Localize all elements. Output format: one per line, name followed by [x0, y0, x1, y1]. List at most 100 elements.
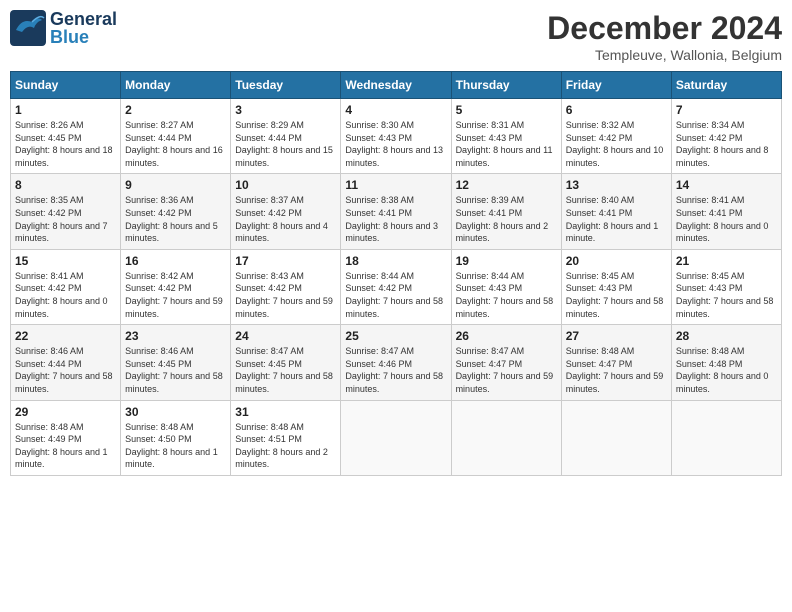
calendar-cell: 18Sunrise: 8:44 AMSunset: 4:42 PMDayligh…	[341, 249, 451, 324]
day-info: Sunrise: 8:48 AMSunset: 4:50 PMDaylight:…	[125, 421, 226, 471]
calendar-cell	[341, 400, 451, 475]
day-number: 16	[125, 254, 226, 268]
calendar-week-5: 29 Sunrise: 8:48 AMSunset: 4:49 PMDayligh…	[11, 400, 782, 475]
day-info: Sunrise: 8:39 AMSunset: 4:41 PMDaylight:…	[456, 194, 557, 244]
calendar-header: SundayMondayTuesdayWednesdayThursdayFrid…	[11, 72, 782, 99]
logo-general-text: General	[50, 10, 117, 28]
calendar-cell: 22 Sunrise: 8:46 AMSunset: 4:44 PMDayligh…	[11, 325, 121, 400]
page-header: General Blue December 2024 Templeuve, Wa…	[10, 10, 782, 63]
calendar-cell: 2Sunrise: 8:27 AMSunset: 4:44 PMDaylight…	[121, 99, 231, 174]
calendar-table: SundayMondayTuesdayWednesdayThursdayFrid…	[10, 71, 782, 476]
day-number: 4	[345, 103, 446, 117]
day-number: 26	[456, 329, 557, 343]
day-info: Sunrise: 8:44 AMSunset: 4:42 PMDaylight:…	[345, 270, 446, 320]
day-number: 1	[15, 103, 116, 117]
calendar-cell: 10 Sunrise: 8:37 AMSunset: 4:42 PMDayligh…	[231, 174, 341, 249]
calendar-week-4: 22 Sunrise: 8:46 AMSunset: 4:44 PMDayligh…	[11, 325, 782, 400]
location-title: Templeuve, Wallonia, Belgium	[547, 47, 782, 63]
day-header-friday: Friday	[561, 72, 671, 99]
day-number: 20	[566, 254, 667, 268]
day-info: Sunrise: 8:44 AMSunset: 4:43 PMDaylight:…	[456, 270, 557, 320]
day-number: 7	[676, 103, 777, 117]
calendar-cell: 16 Sunrise: 8:42 AMSunset: 4:42 PMDayligh…	[121, 249, 231, 324]
day-number: 11	[345, 178, 446, 192]
calendar-week-1: 1 Sunrise: 8:26 AMSunset: 4:45 PMDaylight…	[11, 99, 782, 174]
title-area: December 2024 Templeuve, Wallonia, Belgi…	[547, 10, 782, 63]
day-info: Sunrise: 8:47 AMSunset: 4:46 PMDaylight:…	[345, 345, 446, 395]
calendar-cell: 7 Sunrise: 8:34 AMSunset: 4:42 PMDaylight…	[671, 99, 781, 174]
days-of-week-row: SundayMondayTuesdayWednesdayThursdayFrid…	[11, 72, 782, 99]
day-number: 27	[566, 329, 667, 343]
day-info: Sunrise: 8:26 AMSunset: 4:45 PMDaylight:…	[15, 119, 116, 169]
calendar-cell: 24Sunrise: 8:47 AMSunset: 4:45 PMDayligh…	[231, 325, 341, 400]
day-info: Sunrise: 8:46 AMSunset: 4:45 PMDaylight:…	[125, 345, 226, 395]
day-number: 15	[15, 254, 116, 268]
calendar-body: 1 Sunrise: 8:26 AMSunset: 4:45 PMDaylight…	[11, 99, 782, 476]
day-number: 22	[15, 329, 116, 343]
day-info: Sunrise: 8:48 AMSunset: 4:48 PMDaylight:…	[676, 345, 777, 395]
calendar-cell: 29 Sunrise: 8:48 AMSunset: 4:49 PMDayligh…	[11, 400, 121, 475]
month-title: December 2024	[547, 10, 782, 47]
calendar-cell	[451, 400, 561, 475]
calendar-cell: 26Sunrise: 8:47 AMSunset: 4:47 PMDayligh…	[451, 325, 561, 400]
day-info: Sunrise: 8:48 AMSunset: 4:47 PMDaylight:…	[566, 345, 667, 395]
day-info: Sunrise: 8:36 AMSunset: 4:42 PMDaylight:…	[125, 194, 226, 244]
calendar-week-3: 15 Sunrise: 8:41 AMSunset: 4:42 PMDayligh…	[11, 249, 782, 324]
day-info: Sunrise: 8:40 AMSunset: 4:41 PMDaylight:…	[566, 194, 667, 244]
day-info: Sunrise: 8:35 AMSunset: 4:42 PMDaylight:…	[15, 194, 116, 244]
day-header-thursday: Thursday	[451, 72, 561, 99]
calendar-cell: 8 Sunrise: 8:35 AMSunset: 4:42 PMDaylight…	[11, 174, 121, 249]
calendar-cell: 27 Sunrise: 8:48 AMSunset: 4:47 PMDayligh…	[561, 325, 671, 400]
calendar-cell: 19Sunrise: 8:44 AMSunset: 4:43 PMDayligh…	[451, 249, 561, 324]
calendar-week-2: 8 Sunrise: 8:35 AMSunset: 4:42 PMDaylight…	[11, 174, 782, 249]
day-info: Sunrise: 8:42 AMSunset: 4:42 PMDaylight:…	[125, 270, 226, 320]
day-info: Sunrise: 8:30 AMSunset: 4:43 PMDaylight:…	[345, 119, 446, 169]
day-header-sunday: Sunday	[11, 72, 121, 99]
day-info: Sunrise: 8:41 AMSunset: 4:42 PMDaylight:…	[15, 270, 116, 320]
calendar-cell: 25 Sunrise: 8:47 AMSunset: 4:46 PMDayligh…	[341, 325, 451, 400]
calendar-cell: 21Sunrise: 8:45 AMSunset: 4:43 PMDayligh…	[671, 249, 781, 324]
day-number: 28	[676, 329, 777, 343]
calendar-cell: 13 Sunrise: 8:40 AMSunset: 4:41 PMDayligh…	[561, 174, 671, 249]
day-info: Sunrise: 8:32 AMSunset: 4:42 PMDaylight:…	[566, 119, 667, 169]
day-info: Sunrise: 8:31 AMSunset: 4:43 PMDaylight:…	[456, 119, 557, 169]
logo-blue-text: Blue	[50, 28, 117, 46]
day-number: 9	[125, 178, 226, 192]
day-number: 10	[235, 178, 336, 192]
day-info: Sunrise: 8:45 AMSunset: 4:43 PMDaylight:…	[566, 270, 667, 320]
day-number: 6	[566, 103, 667, 117]
calendar-cell: 12Sunrise: 8:39 AMSunset: 4:41 PMDayligh…	[451, 174, 561, 249]
day-number: 3	[235, 103, 336, 117]
calendar-cell: 31Sunrise: 8:48 AMSunset: 4:51 PMDayligh…	[231, 400, 341, 475]
day-info: Sunrise: 8:43 AMSunset: 4:42 PMDaylight:…	[235, 270, 336, 320]
calendar-cell: 14 Sunrise: 8:41 AMSunset: 4:41 PMDayligh…	[671, 174, 781, 249]
day-number: 25	[345, 329, 446, 343]
day-number: 17	[235, 254, 336, 268]
day-number: 14	[676, 178, 777, 192]
calendar-cell: 28 Sunrise: 8:48 AMSunset: 4:48 PMDayligh…	[671, 325, 781, 400]
day-number: 13	[566, 178, 667, 192]
logo: General Blue	[10, 10, 117, 46]
day-info: Sunrise: 8:37 AMSunset: 4:42 PMDaylight:…	[235, 194, 336, 244]
day-info: Sunrise: 8:38 AMSunset: 4:41 PMDaylight:…	[345, 194, 446, 244]
day-number: 2	[125, 103, 226, 117]
day-info: Sunrise: 8:41 AMSunset: 4:41 PMDaylight:…	[676, 194, 777, 244]
day-header-tuesday: Tuesday	[231, 72, 341, 99]
calendar-cell: 17 Sunrise: 8:43 AMSunset: 4:42 PMDayligh…	[231, 249, 341, 324]
day-info: Sunrise: 8:46 AMSunset: 4:44 PMDaylight:…	[15, 345, 116, 395]
day-info: Sunrise: 8:34 AMSunset: 4:42 PMDaylight:…	[676, 119, 777, 169]
day-number: 29	[15, 405, 116, 419]
day-number: 23	[125, 329, 226, 343]
day-number: 8	[15, 178, 116, 192]
logo-text: General Blue	[50, 10, 117, 46]
day-number: 24	[235, 329, 336, 343]
calendar-cell: 3Sunrise: 8:29 AMSunset: 4:44 PMDaylight…	[231, 99, 341, 174]
calendar-cell: 20 Sunrise: 8:45 AMSunset: 4:43 PMDayligh…	[561, 249, 671, 324]
day-info: Sunrise: 8:48 AMSunset: 4:49 PMDaylight:…	[15, 421, 116, 471]
calendar-cell: 6 Sunrise: 8:32 AMSunset: 4:42 PMDaylight…	[561, 99, 671, 174]
calendar-cell: 5 Sunrise: 8:31 AMSunset: 4:43 PMDaylight…	[451, 99, 561, 174]
day-info: Sunrise: 8:48 AMSunset: 4:51 PMDaylight:…	[235, 421, 336, 471]
calendar-cell: 1 Sunrise: 8:26 AMSunset: 4:45 PMDaylight…	[11, 99, 121, 174]
calendar-cell: 4 Sunrise: 8:30 AMSunset: 4:43 PMDaylight…	[341, 99, 451, 174]
day-number: 5	[456, 103, 557, 117]
